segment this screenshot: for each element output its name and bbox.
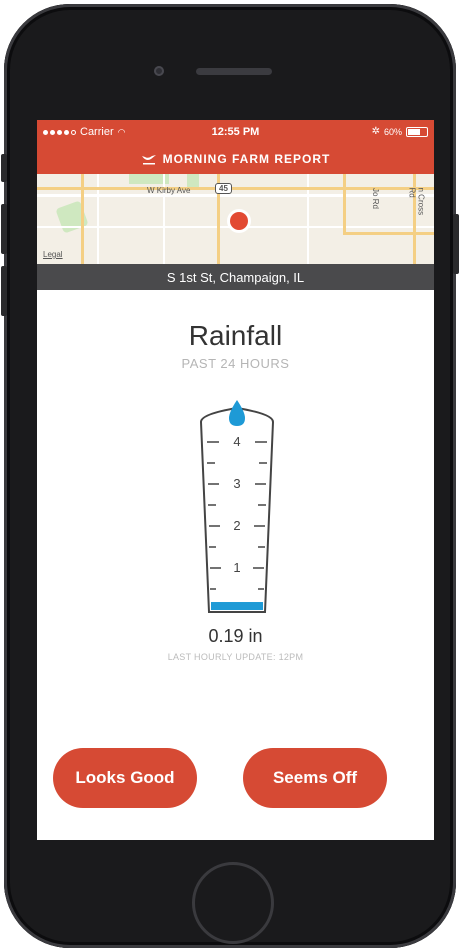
page-title: Rainfall bbox=[188, 320, 283, 351]
volume-up-button bbox=[1, 204, 7, 254]
rainfall-reading: 0.19 in bbox=[208, 626, 263, 646]
gauge-tick-label: 3 bbox=[233, 476, 240, 491]
app-title: MORNING FARM REPORT bbox=[162, 152, 331, 166]
location-pin-icon[interactable] bbox=[230, 212, 248, 230]
status-bar: Carrier ◠ 12:55 PM ✲ 60% bbox=[37, 120, 434, 144]
route-shield: 45 bbox=[215, 183, 232, 194]
rain-gauge: 4 3 2 1 bbox=[199, 400, 275, 613]
home-button[interactable] bbox=[192, 862, 274, 944]
app-screen: Carrier ◠ 12:55 PM ✲ 60% MORNING FARM RE… bbox=[37, 120, 434, 840]
location-label: S 1st St, Champaign, IL bbox=[37, 264, 434, 290]
battery-percent: 60% bbox=[383, 126, 402, 137]
gauge-tick-label: 4 bbox=[233, 434, 240, 449]
last-update-label: LAST HOURLY UPDATE: 12PM bbox=[167, 652, 304, 662]
power-button bbox=[453, 214, 459, 274]
app-header: MORNING FARM REPORT bbox=[37, 144, 434, 174]
earpiece-speaker bbox=[196, 68, 272, 75]
seems-off-button[interactable]: Seems Off bbox=[243, 748, 387, 808]
map-street-label: W Kirby Ave bbox=[147, 186, 191, 195]
location-map[interactable]: W Kirby Ave 45 Jo Rd n Cross Rd Legal bbox=[37, 174, 434, 264]
gauge-tick-label: 2 bbox=[233, 518, 240, 533]
mute-switch bbox=[1, 154, 7, 182]
map-road-label: Jo Rd bbox=[370, 188, 380, 209]
bird-logo-icon bbox=[141, 155, 156, 165]
front-camera bbox=[154, 66, 164, 76]
page-subtitle: PAST 24 HOURS bbox=[181, 356, 290, 371]
looks-good-button[interactable]: Looks Good bbox=[53, 748, 197, 808]
volume-down-button bbox=[1, 266, 7, 316]
water-drop-icon bbox=[229, 400, 245, 426]
bluetooth-icon: ✲ bbox=[371, 126, 380, 137]
gauge-tick-label: 1 bbox=[233, 560, 240, 575]
water-level-fill bbox=[211, 602, 263, 610]
map-road-label: n Cross Rd bbox=[407, 187, 426, 216]
rainfall-panel: Rainfall PAST 24 HOURS 4 3 2 1 0.19 in L… bbox=[37, 290, 434, 840]
legal-link[interactable]: Legal bbox=[43, 250, 63, 259]
battery-icon bbox=[406, 126, 428, 137]
